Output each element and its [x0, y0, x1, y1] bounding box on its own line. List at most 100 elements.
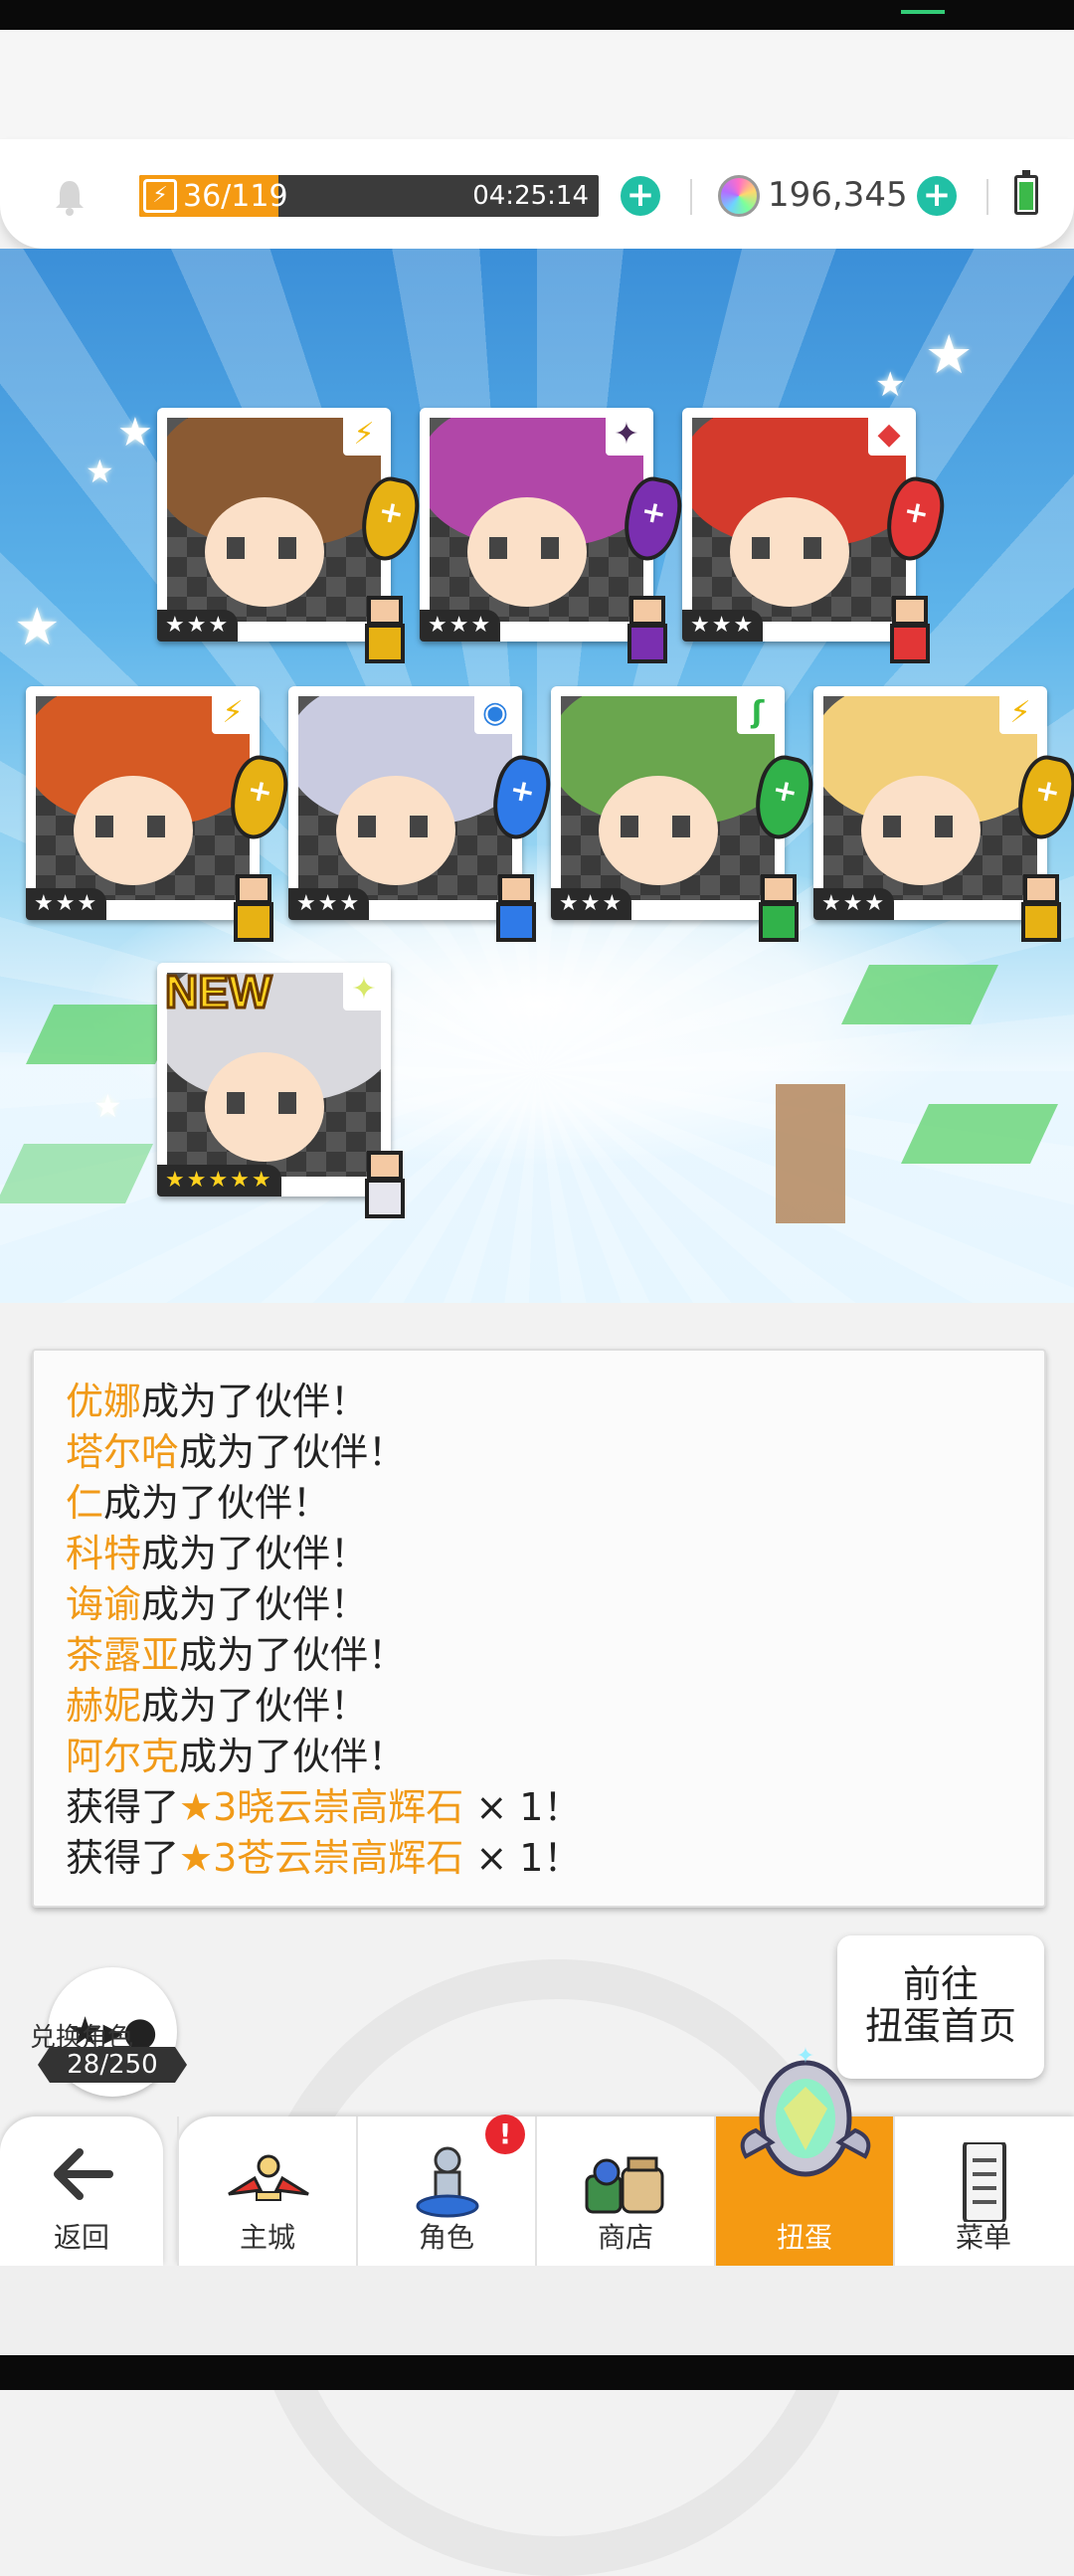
tab-bar: 主城 ! 角色 商店 ✦ 扭蛋 菜单 [177, 2047, 1074, 2266]
character-name: 科特 [66, 1532, 142, 1575]
bell-icon[interactable] [50, 177, 90, 217]
star-icon: ★ [117, 410, 153, 456]
pixel-sprite [226, 874, 281, 946]
divider [690, 179, 692, 215]
floor-tile [0, 1144, 153, 1203]
tab-shop[interactable]: 商店 [535, 2116, 714, 2266]
log-line: 优娜成为了伙伴！ [66, 1371, 368, 1425]
header-spacer [0, 30, 1074, 149]
character-name: 优娜 [66, 1380, 142, 1423]
portrait-eyes [883, 816, 953, 837]
star-icon: ★ [86, 453, 114, 490]
log-text: 成为了伙伴！ [141, 1684, 369, 1728]
divider [986, 179, 988, 215]
bottom-navigation: 返回 主城 ! 角色 商店 ✦ 扭蛋 菜单 [0, 2047, 1074, 2266]
gacha-icon: ✦ [740, 2047, 871, 2177]
castle-icon [228, 2154, 309, 2201]
floor-tile [901, 1104, 1058, 1164]
log-line: 塔尔哈成为了伙伴！ [66, 1421, 406, 1476]
character-card[interactable]: ✦ ★★★ [420, 408, 688, 663]
result-log[interactable]: 优娜成为了伙伴！ 塔尔哈成为了伙伴！ 仁成为了伙伴！ 科特成为了伙伴！ 诲谕成为了伙伴！… [32, 1349, 1046, 1908]
pixel-sprite [488, 874, 544, 946]
character-card[interactable]: ⚡ ★★★ [26, 686, 294, 942]
element-attribute-icon: ✦ [343, 969, 385, 1011]
new-badge: NEW [163, 965, 272, 1019]
character-card[interactable]: ⚡ ★★★ [157, 408, 426, 663]
element-attribute-icon: ⚡ [343, 414, 385, 456]
character-name: 仁 [66, 1481, 104, 1525]
character-card[interactable]: ◆ ★★★ [682, 408, 951, 663]
rarity-stars: ★★★ [551, 888, 632, 920]
pixel-sprite [882, 596, 938, 667]
log-line: 诲谕成为了伙伴！ [66, 1573, 368, 1628]
log-line: 科特成为了伙伴！ [66, 1523, 368, 1577]
tab-label: 扭蛋 [776, 2221, 832, 2254]
tab-character[interactable]: ! 角色 [356, 2115, 535, 2266]
item-name: ★3苍云崇高辉石 [179, 1836, 464, 1880]
log-text: 成为了伙伴！ [141, 1532, 369, 1575]
rarity-stars: ★★★ [157, 610, 239, 642]
rarity-stars: ★★★★★ [157, 1165, 281, 1196]
stamina-value: 36/119 [183, 179, 288, 214]
svg-text:✦: ✦ [797, 2047, 814, 2069]
log-text: 成为了伙伴！ [179, 1633, 407, 1677]
tab-castle[interactable]: 主城 [177, 2116, 356, 2266]
log-text: 成为了伙伴！ [103, 1481, 331, 1525]
gesture-area [0, 2266, 1074, 2355]
tab-gacha[interactable]: ✦ 扭蛋 [714, 2047, 893, 2266]
character-name: 阿尔克 [66, 1735, 180, 1778]
portrait-eyes [489, 537, 559, 559]
pixel-sprite [620, 596, 675, 667]
log-prefix: 获得了 [66, 1836, 180, 1880]
add-gems-button[interactable]: + [917, 176, 957, 216]
battery-icon [1014, 170, 1038, 215]
star-icon: ★ [925, 323, 974, 386]
log-text: 成为了伙伴！ [141, 1380, 369, 1423]
gacha-result-scene: ★ ★ ★ ★ ★ ★ ⚡ ★★★ ✦ ★★★ ◆ ★★★ ⚡ ★★★ ◉ ★★★ ʃ ★★★ ⚡ ★★★… [0, 249, 1074, 1303]
portrait-eyes [95, 816, 165, 837]
portrait-eyes [752, 537, 821, 559]
rarity-stars: ★★★ [682, 610, 764, 642]
back-button[interactable]: 返回 [0, 2116, 163, 2266]
log-prefix: 获得了 [66, 1785, 180, 1829]
log-line: 获得了★3苍云崇高辉石 × 1！ [66, 1827, 581, 1882]
character-icon [416, 2146, 479, 2218]
log-text: 成为了伙伴！ [141, 1582, 369, 1626]
pixel-sprite [751, 874, 806, 946]
character-card[interactable]: ⚡ ★★★ [813, 686, 1074, 942]
log-line: 仁成为了伙伴！ [66, 1472, 330, 1527]
character-name: 茶露亚 [66, 1633, 180, 1677]
floor-cube [776, 1084, 845, 1223]
resource-bar: ⚡ 36/119 04:25:14 + 196,345 + [0, 139, 1074, 249]
element-attribute-icon: ◉ [474, 692, 516, 734]
exchange-count: 28/250 [38, 2047, 187, 2083]
system-nav-bar [0, 2355, 1074, 2390]
back-label: 返回 [53, 2221, 109, 2254]
lightning-icon: ⚡ [143, 179, 177, 213]
star-icon: ★ [93, 1087, 122, 1125]
log-suffix: × 1！ [463, 1785, 582, 1829]
rarity-stars: ★★★ [813, 888, 895, 920]
character-card[interactable]: ◉ ★★★ [288, 686, 557, 942]
stamina-timer: 04:25:14 [472, 181, 589, 211]
portrait-eyes [227, 537, 296, 559]
star-icon: ★ [14, 598, 61, 657]
character-card[interactable]: ʃ ★★★ [551, 686, 819, 942]
character-card[interactable]: ✦ ★★★★★ NEW [157, 963, 405, 1218]
element-attribute-icon: ʃ [737, 692, 779, 734]
element-attribute-icon: ⚡ [999, 692, 1041, 734]
tab-label: 商店 [597, 2221, 653, 2254]
log-line: 获得了★3晓云崇高辉石 × 1！ [66, 1776, 581, 1831]
portrait-eyes [358, 816, 428, 837]
system-status-bar [0, 0, 1074, 30]
tab-label: 菜单 [955, 2221, 1011, 2254]
character-alert-badge: ! [485, 2115, 525, 2154]
star-icon: ★ [875, 365, 906, 405]
log-line: 阿尔克成为了伙伴！ [66, 1726, 406, 1780]
character-name: 赫妮 [66, 1684, 142, 1728]
tab-menu[interactable]: 菜单 [893, 2116, 1072, 2266]
gem-count: 196,345 [768, 175, 908, 215]
pixel-sprite [357, 1151, 413, 1222]
add-stamina-button[interactable]: + [621, 176, 660, 216]
rarity-stars: ★★★ [288, 888, 370, 920]
